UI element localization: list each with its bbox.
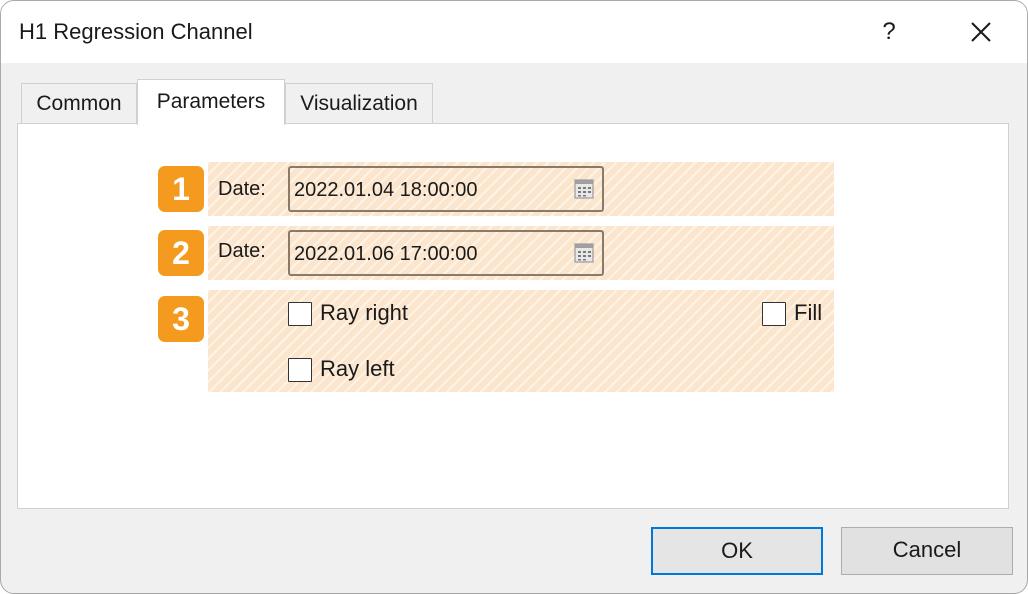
close-icon: [971, 22, 991, 42]
annotation-badge-2: 2: [158, 230, 204, 276]
date1-value: 2022.01.04 18:00:00: [294, 179, 478, 201]
dialog-window: H1 Regression Channel ? Common Parameter…: [0, 0, 1028, 594]
annotation-badge-1: 1: [158, 166, 204, 212]
date2-label: Date:: [218, 240, 266, 262]
date1-label: Date:: [218, 178, 266, 200]
fill-checkbox[interactable]: [762, 302, 786, 326]
tab-common[interactable]: Common: [21, 83, 137, 125]
cancel-button[interactable]: Cancel: [841, 527, 1013, 575]
window-title: H1 Regression Channel: [19, 19, 253, 44]
fill-label[interactable]: Fill: [794, 300, 822, 326]
annotation-badge-3: 3: [158, 296, 204, 342]
date2-input[interactable]: 2022.01.06 17:00:00: [288, 230, 604, 276]
calendar-icon[interactable]: [574, 243, 594, 263]
date2-value: 2022.01.06 17:00:00: [294, 243, 478, 265]
ray-right-label[interactable]: Ray right: [320, 300, 408, 326]
help-button[interactable]: ?: [867, 11, 911, 53]
parameters-panel: 1 Date: 2022.01.04 18:00:00 2 Date: 2022…: [17, 123, 1009, 509]
calendar-icon[interactable]: [574, 179, 594, 199]
ray-left-label[interactable]: Ray left: [320, 356, 395, 382]
ray-left-checkbox[interactable]: [288, 358, 312, 382]
close-button[interactable]: [959, 11, 1003, 53]
highlight-row-1: Date: 2022.01.04 18:00:00: [208, 162, 834, 216]
highlight-row-2: Date: 2022.01.06 17:00:00: [208, 226, 834, 280]
ok-button[interactable]: OK: [651, 527, 823, 575]
ray-right-checkbox[interactable]: [288, 302, 312, 326]
title-bar: H1 Regression Channel ?: [1, 1, 1027, 63]
tab-parameters[interactable]: Parameters: [137, 79, 285, 125]
highlight-row-3: Ray right Ray left Fill: [208, 290, 834, 392]
date1-input[interactable]: 2022.01.04 18:00:00: [288, 166, 604, 212]
tab-visualization[interactable]: Visualization: [285, 83, 433, 125]
